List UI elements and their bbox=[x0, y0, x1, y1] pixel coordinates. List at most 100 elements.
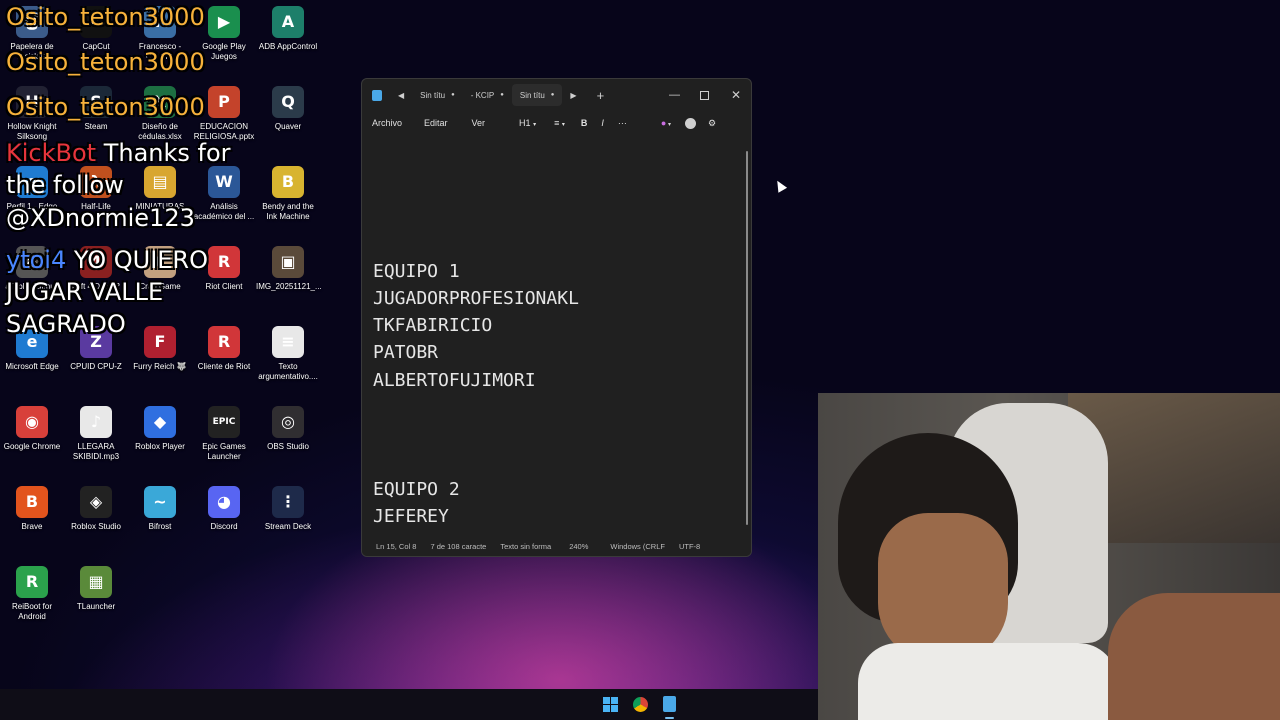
editor-line: EQUIPO 1 bbox=[373, 258, 751, 285]
desktop-icon[interactable]: ≡ Texto argumentativo.... bbox=[256, 326, 320, 382]
desktop-icon-label: Cliente de Riot bbox=[197, 362, 251, 371]
kickbot-name: KickBot bbox=[6, 139, 97, 167]
notepad-tab[interactable]: Sin títu ● bbox=[412, 84, 463, 106]
account-icon[interactable] bbox=[685, 117, 697, 129]
app-icon: ⋮ bbox=[272, 486, 304, 518]
desktop-icon[interactable]: ▦ TLauncher bbox=[64, 566, 128, 612]
desktop-icon-label: Steam bbox=[84, 122, 108, 131]
menu-edit[interactable]: Editar bbox=[424, 118, 448, 128]
close-icon[interactable]: ✕ bbox=[731, 88, 741, 102]
line-text: TKFABIRICIO bbox=[373, 315, 493, 337]
desktop-icon[interactable]: B Brave bbox=[0, 486, 64, 532]
app-icon: ▶ bbox=[208, 6, 240, 38]
follower-alert-1: Osito_teton3000 bbox=[6, 3, 205, 31]
unsaved-dot-icon[interactable]: ● bbox=[500, 92, 504, 98]
follower-handle: @XDnormie123 bbox=[6, 204, 195, 232]
desktop-icon[interactable]: W Análisis académico del ... bbox=[192, 166, 256, 222]
app-icon: P bbox=[208, 86, 240, 118]
italic-icon[interactable]: I bbox=[601, 118, 604, 128]
desktop-icon[interactable]: A ADB AppControl bbox=[256, 6, 320, 52]
desktop-icon-label: Quaver bbox=[274, 122, 302, 131]
follower-alert-3: Osito_teton3000 bbox=[6, 93, 205, 121]
line-text: PATOBR bbox=[373, 342, 439, 364]
desktop-icon-label: Discord bbox=[210, 522, 238, 531]
app-icon: ♪ bbox=[80, 406, 112, 438]
list-icon[interactable]: ≡ ▾ bbox=[554, 118, 565, 128]
chat-text-a: YO QUIERO bbox=[66, 246, 208, 274]
app-icon: R bbox=[208, 246, 240, 278]
desktop-icon-label: Bendy and the Ink Machine bbox=[262, 202, 314, 221]
notepad-tab[interactable]: Sin títu ● bbox=[511, 84, 563, 106]
unsaved-dot-icon[interactable]: ● bbox=[551, 92, 555, 98]
desktop-icon[interactable]: R Cliente de Riot bbox=[192, 326, 256, 372]
copilot-icon[interactable]: ● ▾ bbox=[661, 118, 671, 128]
line-text: ALBERTOFUJIMORI bbox=[373, 369, 536, 391]
notepad-window: ◀ Sin títu ● - KCIP ● Sin títu ● ▶ + — ✕ Arch… bbox=[361, 78, 752, 557]
editor-line: TKFABIRICIO bbox=[373, 312, 751, 339]
app-icon: A bbox=[272, 6, 304, 38]
menu-file[interactable]: Archivo bbox=[372, 118, 402, 128]
desktop-icon-label: Google Chrome bbox=[3, 442, 61, 451]
desktop-icon[interactable]: ◈ Roblox Studio bbox=[64, 486, 128, 532]
desktop-icon-label: LLEGARA SKIBIDI.mp3 bbox=[72, 442, 120, 461]
desktop-icon[interactable]: ◕ Discord bbox=[192, 486, 256, 532]
minimize-icon[interactable]: — bbox=[669, 89, 680, 101]
desktop-icon[interactable]: ▣ IMG_20251121_... bbox=[256, 246, 322, 292]
desktop-icon[interactable]: ⋮ Stream Deck bbox=[256, 486, 320, 532]
desktop-icon[interactable]: ◆ Roblox Player bbox=[128, 406, 192, 452]
notepad-icon[interactable] bbox=[663, 696, 676, 712]
notepad-tab[interactable]: - KCIP ● bbox=[463, 84, 512, 106]
desktop-icon[interactable]: EPIC Epic Games Launcher bbox=[192, 406, 256, 462]
desktop-icon[interactable]: R ReiBoot for Android bbox=[0, 566, 64, 622]
new-tab-icon[interactable]: + bbox=[597, 88, 605, 103]
app-icon: ▤ bbox=[144, 166, 176, 198]
tab-scroll-right-icon[interactable]: ▶ bbox=[570, 91, 576, 100]
desktop-icon[interactable]: B Bendy and the Ink Machine bbox=[256, 166, 320, 222]
cursor-position: Ln 15, Col 8 bbox=[376, 542, 417, 551]
settings-gear-icon[interactable]: ⚙ bbox=[708, 118, 716, 129]
desktop-icon-label: ReiBoot for Android bbox=[11, 602, 53, 621]
desktop-icon[interactable]: ~ Bifrost bbox=[128, 486, 192, 532]
desktop-icon-label: Roblox Player bbox=[135, 442, 185, 451]
bold-icon[interactable]: B bbox=[581, 118, 588, 128]
desktop-icon-label: IMG_20251121_... bbox=[256, 282, 322, 291]
tab-scroll-left-icon[interactable]: ◀ bbox=[398, 91, 404, 100]
chrome-icon[interactable] bbox=[633, 697, 648, 712]
desktop-icon[interactable]: Q Quaver bbox=[256, 86, 320, 132]
chevron-down-icon: ▾ bbox=[533, 122, 537, 128]
desktop-icon-label: Roblox Studio bbox=[71, 522, 121, 531]
follower-alert-2: Osito_teton3000 bbox=[6, 48, 205, 76]
text-editor[interactable]: EQUIPO 1 JUGADORPROFESIONAKL TKFABIRICIO PA… bbox=[362, 145, 751, 555]
unsaved-dot-icon[interactable]: ● bbox=[451, 92, 455, 98]
editor-line: JEFEREY bbox=[373, 503, 751, 530]
vertical-scrollbar[interactable] bbox=[746, 151, 748, 525]
desktop-icon-label: Epic Games Launcher bbox=[202, 442, 246, 461]
heading-dropdown[interactable]: H1 ▾ bbox=[519, 118, 536, 128]
desktop-icon[interactable]: ◎ OBS Studio bbox=[256, 406, 320, 452]
app-icon: R bbox=[208, 326, 240, 358]
menu-view[interactable]: Ver bbox=[472, 118, 486, 128]
desktop-icon[interactable]: ◉ Google Chrome bbox=[0, 406, 64, 452]
chat-text-c: SAGRADO bbox=[6, 310, 126, 338]
maximize-icon[interactable] bbox=[699, 90, 709, 100]
desktop-icon-label: CPUID CPU-Z bbox=[70, 362, 122, 371]
app-icon: ≡ bbox=[272, 326, 304, 358]
desktop-icon[interactable]: ♪ LLEGARA SKIBIDI.mp3 bbox=[64, 406, 128, 462]
mouse-cursor-icon bbox=[772, 178, 788, 193]
char-count: 7 de 108 caracte bbox=[430, 542, 487, 551]
app-icon: ~ bbox=[144, 486, 176, 518]
status-bar: Ln 15, Col 8 7 de 108 caracte Texto sin … bbox=[362, 537, 751, 556]
desktop-icon-label: Riot Client bbox=[205, 282, 243, 291]
app-icon: Q bbox=[272, 86, 304, 118]
active-app-indicator bbox=[665, 717, 674, 719]
desktop-icon[interactable]: F Furry Reich 🐺 bbox=[128, 326, 192, 372]
app-icon: ◉ bbox=[16, 406, 48, 438]
app-icon: ◎ bbox=[272, 406, 304, 438]
desktop-icon-label: Stream Deck bbox=[264, 522, 312, 531]
more-options-icon[interactable]: ··· bbox=[618, 118, 627, 128]
notepad-titlebar: ◀ Sin títu ● - KCIP ● Sin títu ● ▶ + — ✕ bbox=[362, 79, 751, 111]
tab-label: Sin títu bbox=[519, 90, 545, 100]
start-icon[interactable] bbox=[603, 697, 618, 712]
